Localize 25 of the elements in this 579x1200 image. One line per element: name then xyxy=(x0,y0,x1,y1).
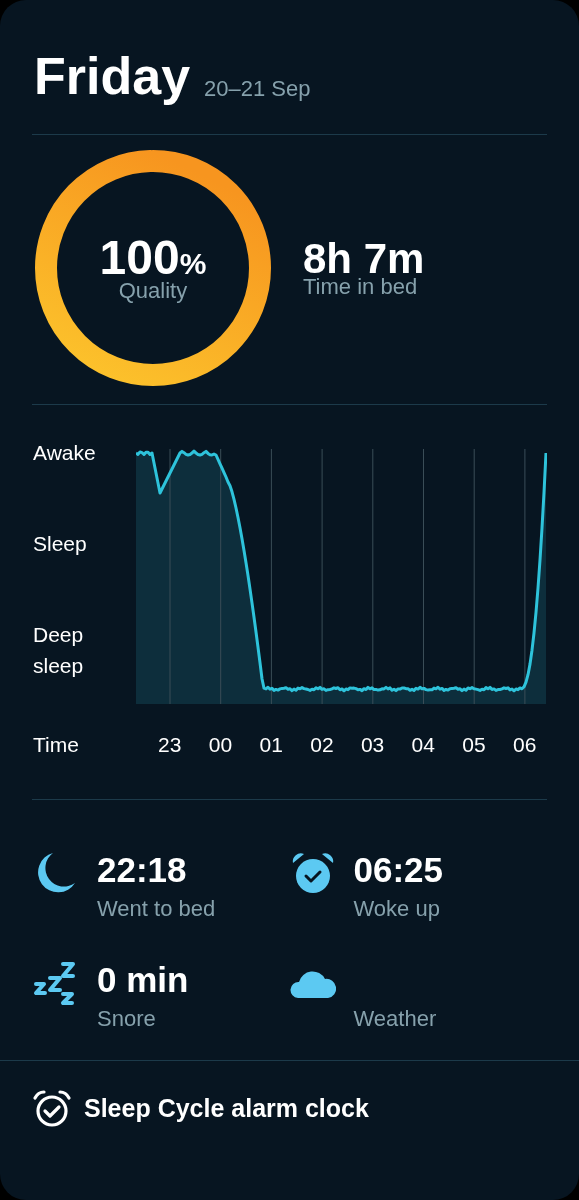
alarm-clock-icon xyxy=(32,1088,72,1129)
axis-label: Sleep xyxy=(33,531,88,557)
axis-label: Awake xyxy=(33,440,97,466)
axis-label: 01 xyxy=(258,731,284,758)
axis-label: Deep sleep xyxy=(33,622,85,679)
axis-label: 02 xyxy=(309,731,335,758)
stat-label: Snore xyxy=(97,1007,157,1030)
date-range: 20–21 Sep xyxy=(204,78,311,100)
stat-value: 06:25 xyxy=(353,849,444,890)
axis-label: 04 xyxy=(410,731,436,758)
quality-label: Quality xyxy=(118,280,188,302)
stat-value: 0 min xyxy=(97,959,189,1000)
axis-label: 23 xyxy=(157,731,183,758)
axis-label: 06 xyxy=(512,731,538,758)
axis-label: 03 xyxy=(359,731,386,758)
quality-value: 100% xyxy=(99,234,207,282)
stat-label: Went to bed xyxy=(97,897,216,920)
stat-value: 22:18 xyxy=(97,849,188,890)
stat-label: Woke up xyxy=(353,897,441,920)
axis-label: 05 xyxy=(461,731,487,758)
footer-title: Sleep Cycle alarm clock xyxy=(84,1092,369,1124)
axis-title: Time xyxy=(33,732,80,758)
axis-label: 00 xyxy=(207,731,234,758)
stat-label: Weather xyxy=(353,1007,437,1030)
time-in-bed-label: Time in bed xyxy=(303,276,419,298)
